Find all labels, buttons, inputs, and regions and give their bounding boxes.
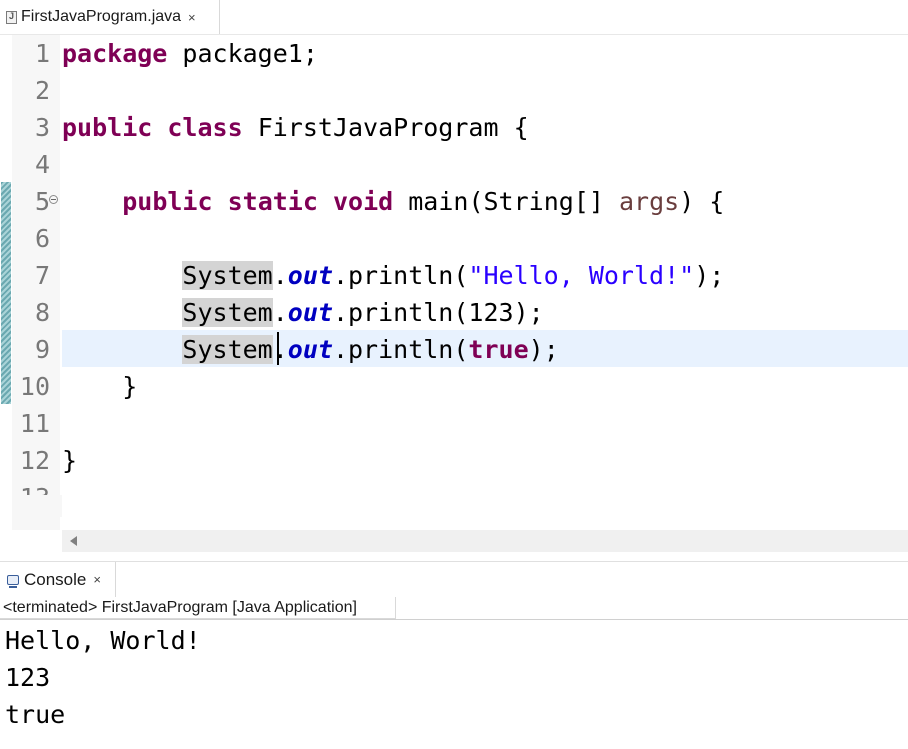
close-icon[interactable]: × [188,10,196,25]
keyword: public [62,113,153,142]
code-line-8: System.out.println(123); [62,294,544,331]
line-number: 7 [34,261,50,290]
occurrence-highlight: System [182,335,273,364]
line-number: 4 [34,150,50,179]
horizontal-scrollbar[interactable] [62,530,908,552]
code-text: .println( [332,335,469,364]
occurrence-highlight: System [182,298,273,327]
code-text: .println( [332,261,469,290]
editor-tab-label: FirstJavaProgram.java [21,8,182,25]
code-editor[interactable]: 1 2 3 4 5 6 7 8 9 10 11 12 13 package pa… [0,35,908,530]
keyword: true [468,335,529,364]
code-text: ); [513,298,544,327]
static-field: out [287,335,333,364]
code-line-5: public static void main(String[] args) { [62,183,724,220]
parameter: args [618,187,680,216]
code-line-1: package package1; [62,35,318,72]
java-file-icon [6,10,17,24]
line-number: 10 [19,372,50,401]
code-line-9: System.out.println(true); [62,331,559,368]
code-line-10: } [62,372,138,401]
line-number: 3 [34,113,50,142]
console-output-line: 123 [5,663,51,692]
code-text: . [272,335,288,364]
occurrence-highlight: System [182,261,273,290]
code-line-3: public class FirstJavaProgram { [62,109,529,146]
line-number: 12 [19,446,50,475]
code-text: FirstJavaProgram { [242,113,529,142]
code-text-area[interactable]: package package1; public class FirstJava… [62,35,908,530]
code-text: ); [528,335,559,364]
line-number: 8 [34,298,50,327]
line-number: 1 [34,39,50,68]
keyword: static [227,187,318,216]
line-number-gutter: 1 2 3 4 5 6 7 8 9 10 11 12 13 [12,35,60,530]
code-text: . [272,261,288,290]
code-text: ); [694,261,725,290]
text-cursor [277,332,279,365]
code-text: main(String[] [393,187,619,216]
editor-tab-bar: FirstJavaProgram.java × [0,0,908,35]
keyword: void [332,187,394,216]
scrollbar-gutter-corner [12,495,62,517]
collapse-fold-icon[interactable] [49,195,58,204]
close-icon[interactable]: × [93,572,101,587]
console-output-line: true [5,700,66,729]
code-line-12: } [62,446,78,475]
keyword: class [167,113,243,142]
static-field: out [287,298,333,327]
line-number: 11 [19,409,50,438]
line-number: 2 [34,76,50,105]
code-text: ) { [679,187,725,216]
static-field: out [287,261,333,290]
console-output[interactable]: Hello, World! 123 true [0,619,908,749]
console-icon [7,574,19,588]
console-status: <terminated> FirstJavaProgram [Java Appl… [0,597,396,619]
tab-console[interactable]: Console × [0,562,116,597]
code-text: package1; [167,39,318,68]
code-text: .println( [332,298,469,327]
line-number: 6 [34,224,50,253]
keyword: public [122,187,213,216]
console-tab-bar: Console × [0,561,908,597]
code-line-7: System.out.println("Hello, World!"); [62,257,724,294]
string-literal: "Hello, World!" [468,261,695,290]
console-output-line: Hello, World! [5,626,201,655]
line-number: 9 [34,335,50,364]
console-tab-label: Console [24,569,87,589]
line-number: 5 [34,187,50,216]
editor-tab-firstjavaprogram[interactable]: FirstJavaProgram.java × [0,0,220,34]
scroll-left-icon[interactable] [70,536,77,546]
keyword: package [62,39,168,68]
code-text: . [272,298,288,327]
number-literal: 123 [468,298,514,327]
